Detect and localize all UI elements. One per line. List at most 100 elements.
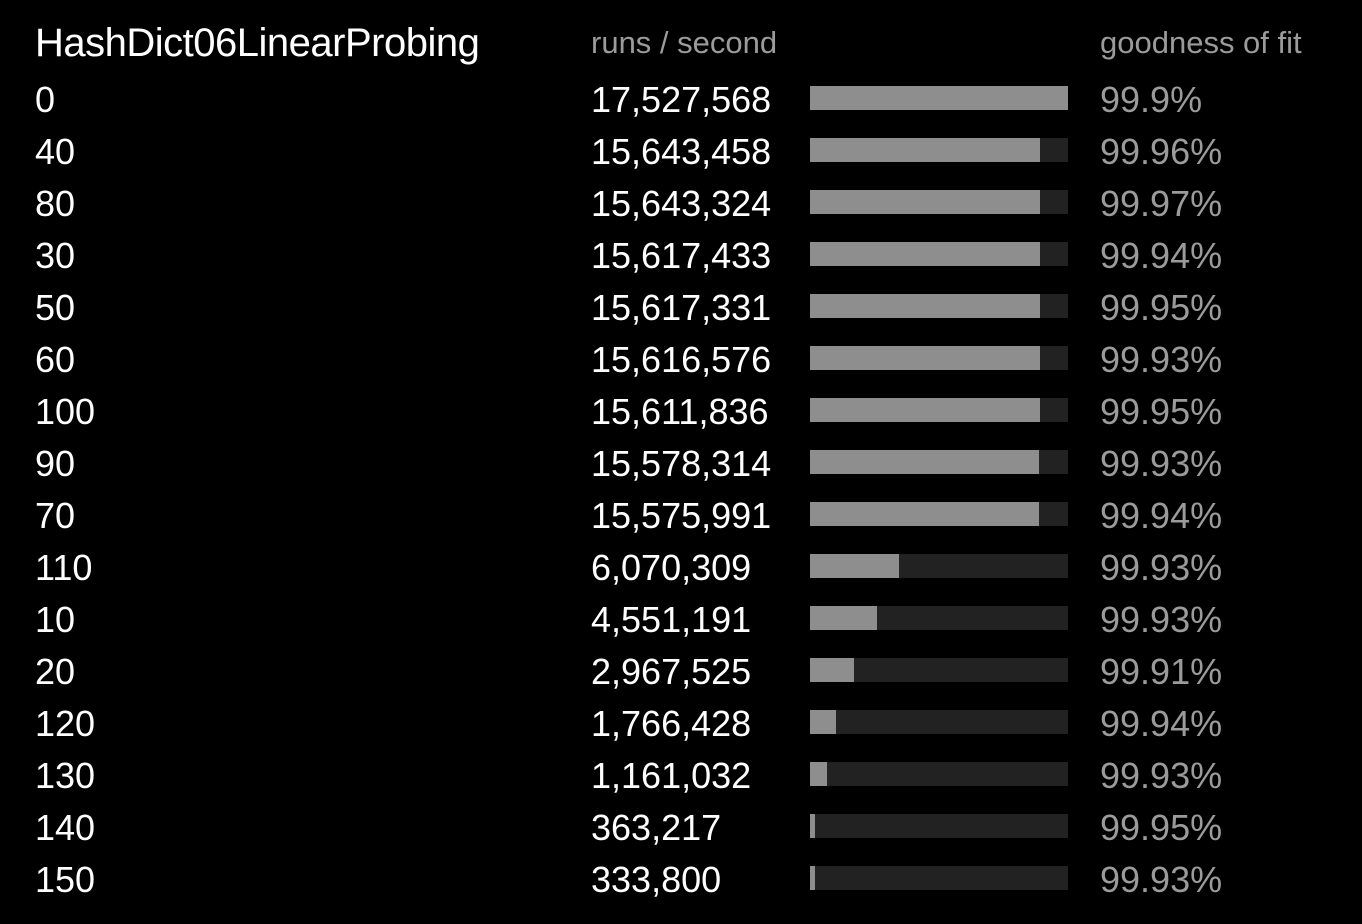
table-row: 130 1,161,032 99.93% xyxy=(0,750,1362,802)
category-label: 80 xyxy=(35,183,76,224)
bar xyxy=(810,86,1068,110)
goodness-of-fit-header: goodness of fit xyxy=(1100,25,1302,60)
bar xyxy=(810,398,1040,422)
category-label: 40 xyxy=(35,131,76,172)
bar-track xyxy=(810,658,1068,682)
table-row: 90 15,578,314 99.93% xyxy=(0,438,1362,490)
goodness-of-fit-value: 99.9% xyxy=(1100,79,1203,120)
value-label: 15,616,576 xyxy=(591,339,772,380)
bar-track xyxy=(810,294,1068,318)
value-label: 15,575,991 xyxy=(591,495,772,536)
category-label: 110 xyxy=(35,547,93,588)
category-label: 140 xyxy=(35,807,96,848)
goodness-of-fit-value: 99.93% xyxy=(1100,443,1223,484)
category-label: 70 xyxy=(35,495,76,536)
goodness-of-fit-value: 99.91% xyxy=(1100,651,1223,692)
goodness-of-fit-value: 99.95% xyxy=(1100,287,1223,328)
table-row: 100 15,611,836 99.95% xyxy=(0,386,1362,438)
value-label: 4,551,191 xyxy=(591,599,752,640)
category-label: 60 xyxy=(35,339,76,380)
bar xyxy=(810,554,899,578)
table-row: 60 15,616,576 99.93% xyxy=(0,334,1362,386)
bar-track xyxy=(810,190,1068,214)
category-label: 30 xyxy=(35,235,76,276)
bar xyxy=(810,762,827,786)
goodness-of-fit-value: 99.97% xyxy=(1100,183,1223,224)
benchmark-rows: 0 17,527,568 99.9% 40 15,643,458 99.96% 80 15,6… xyxy=(0,74,1362,906)
table-row: 0 17,527,568 99.9% xyxy=(0,74,1362,126)
bar xyxy=(810,606,877,630)
table-row: 70 15,575,991 99.94% xyxy=(0,490,1362,542)
bar xyxy=(810,450,1039,474)
goodness-of-fit-value: 99.94% xyxy=(1100,235,1223,276)
value-label: 17,527,568 xyxy=(591,79,772,120)
bar xyxy=(810,502,1039,526)
value-label: 1,766,428 xyxy=(591,703,752,744)
goodness-of-fit-value: 99.94% xyxy=(1100,495,1223,536)
table-row: 40 15,643,458 99.96% xyxy=(0,126,1362,178)
table-row: 120 1,766,428 99.94% xyxy=(0,698,1362,750)
goodness-of-fit-value: 99.96% xyxy=(1100,131,1223,172)
bar xyxy=(810,294,1040,318)
table-row: 140 363,217 99.95% xyxy=(0,802,1362,854)
bar xyxy=(810,346,1040,370)
bar-track xyxy=(810,866,1068,890)
bar xyxy=(810,866,815,890)
table-row: 150 333,800 99.93% xyxy=(0,854,1362,906)
value-label: 15,617,331 xyxy=(591,287,772,328)
bar-track xyxy=(810,398,1068,422)
bar-track xyxy=(810,346,1068,370)
bar-track xyxy=(810,450,1068,474)
goodness-of-fit-value: 99.93% xyxy=(1100,859,1223,900)
chart-title: HashDict06LinearProbing xyxy=(35,21,480,65)
bar xyxy=(810,710,836,734)
category-label: 120 xyxy=(35,703,96,744)
bar-track xyxy=(810,554,1068,578)
bar-track xyxy=(810,710,1068,734)
goodness-of-fit-value: 99.93% xyxy=(1100,339,1223,380)
table-row: 20 2,967,525 99.91% xyxy=(0,646,1362,698)
goodness-of-fit-value: 99.93% xyxy=(1100,547,1223,588)
value-label: 363,217 xyxy=(591,807,722,848)
value-label: 15,643,324 xyxy=(591,183,772,224)
category-label: 130 xyxy=(35,755,96,796)
category-label: 0 xyxy=(35,79,56,120)
category-label: 20 xyxy=(35,651,76,692)
value-label: 1,161,032 xyxy=(591,755,752,796)
table-row: 110 6,070,309 99.93% xyxy=(0,542,1362,594)
runs-per-second-header: runs / second xyxy=(591,25,778,60)
value-label: 15,617,433 xyxy=(591,235,772,276)
bar xyxy=(810,138,1040,162)
goodness-of-fit-value: 99.94% xyxy=(1100,703,1223,744)
value-label: 6,070,309 xyxy=(591,547,752,588)
category-label: 150 xyxy=(35,859,96,900)
value-label: 15,611,836 xyxy=(591,391,769,432)
goodness-of-fit-value: 99.93% xyxy=(1100,755,1223,796)
bar-track xyxy=(810,762,1068,786)
value-label: 15,578,314 xyxy=(591,443,772,484)
bar xyxy=(810,242,1040,266)
bar-track xyxy=(810,86,1068,110)
category-label: 90 xyxy=(35,443,76,484)
category-label: 10 xyxy=(35,599,76,640)
bar xyxy=(810,190,1040,214)
bar-track xyxy=(810,814,1068,838)
category-label: 100 xyxy=(35,391,96,432)
bar xyxy=(810,814,815,838)
table-row: 10 4,551,191 99.93% xyxy=(0,594,1362,646)
table-row: 30 15,617,433 99.94% xyxy=(0,230,1362,282)
table-row: 80 15,643,324 99.97% xyxy=(0,178,1362,230)
table-row: 50 15,617,331 99.95% xyxy=(0,282,1362,334)
goodness-of-fit-value: 99.95% xyxy=(1100,807,1223,848)
bar-track xyxy=(810,138,1068,162)
value-label: 15,643,458 xyxy=(591,131,772,172)
value-label: 2,967,525 xyxy=(591,651,752,692)
bar-track xyxy=(810,502,1068,526)
value-label: 333,800 xyxy=(591,859,722,900)
bar-track xyxy=(810,242,1068,266)
goodness-of-fit-value: 99.93% xyxy=(1100,599,1223,640)
category-label: 50 xyxy=(35,287,76,328)
goodness-of-fit-value: 99.95% xyxy=(1100,391,1223,432)
bar xyxy=(810,658,854,682)
bar-track xyxy=(810,606,1068,630)
